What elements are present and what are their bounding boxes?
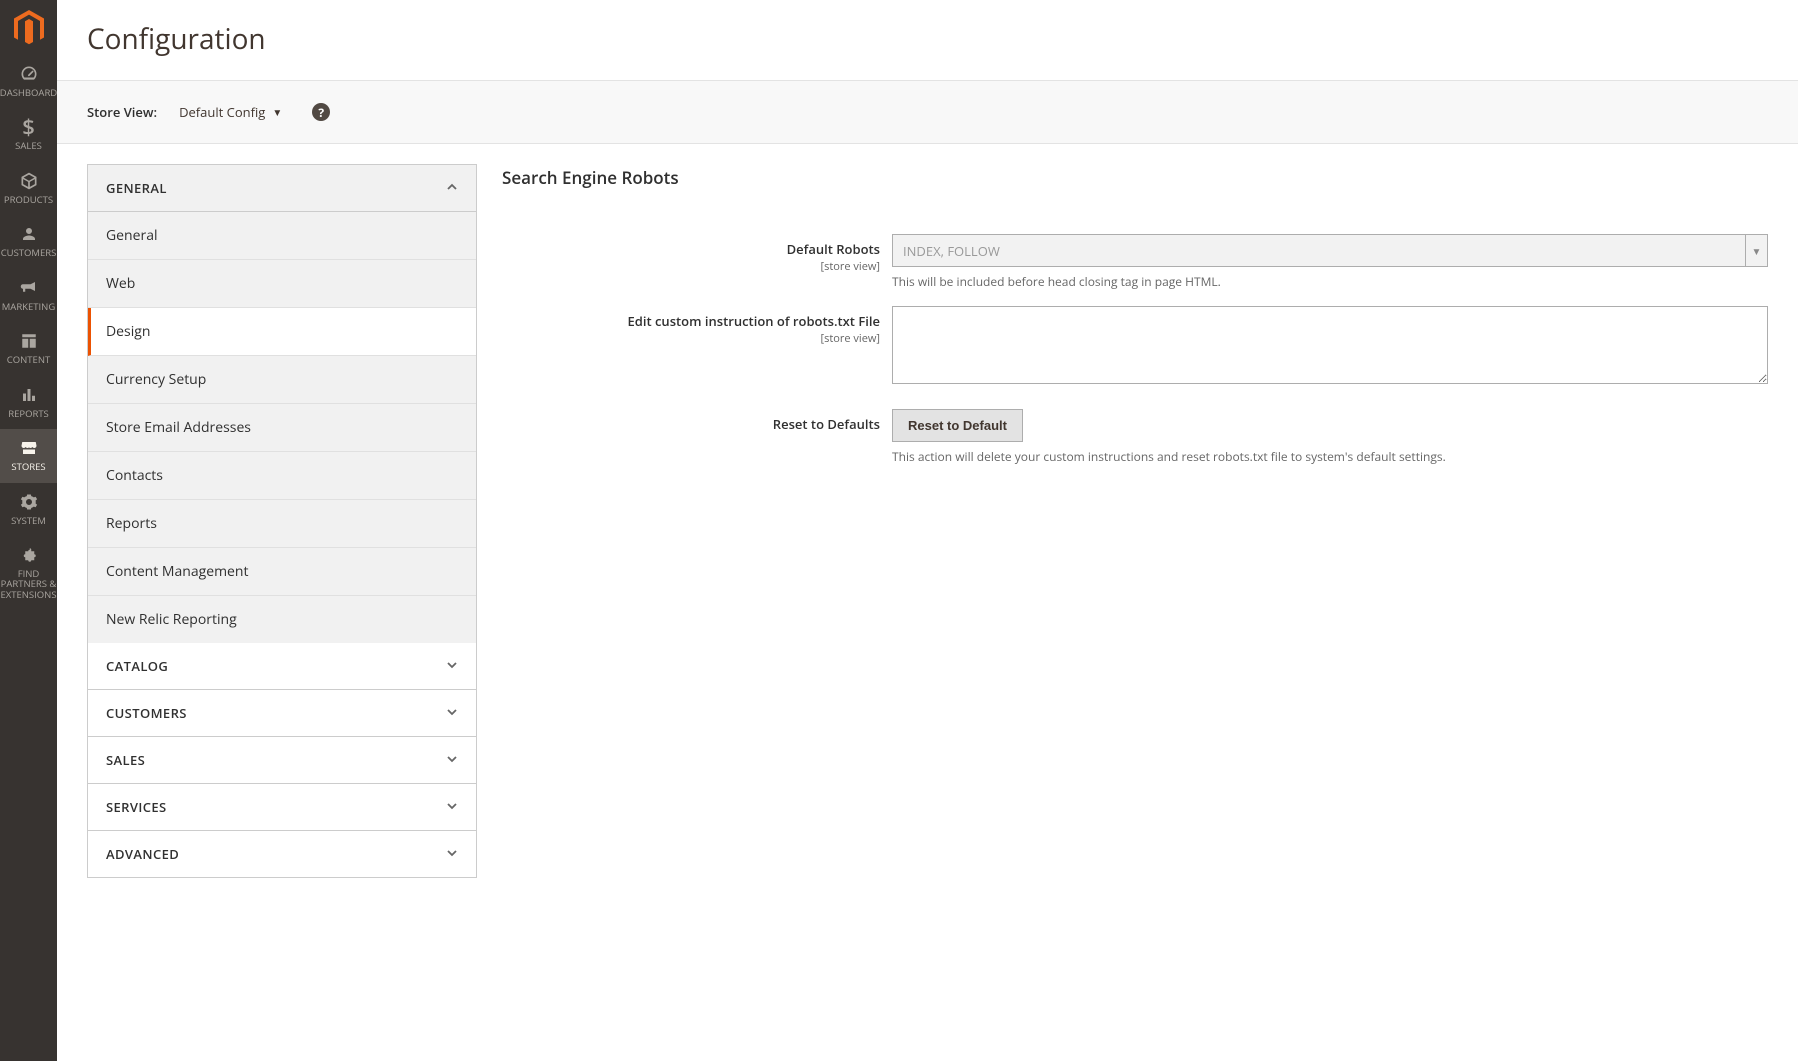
field-label: Edit custom instruction of robots.txt Fi… [502,312,880,330]
field-note: This will be included before head closin… [892,273,1768,290]
tab-group-advanced[interactable]: ADVANCED [88,831,476,877]
nav-marketing[interactable]: MARKETING [0,269,57,322]
field-label: Default Robots [502,240,880,258]
section-title[interactable]: Search Engine Robots [502,166,1768,189]
field-label: Reset to Defaults [502,415,880,433]
chevron-down-icon [446,657,458,675]
tab-group-catalog[interactable]: CATALOG [88,643,476,690]
tab-item-design[interactable]: Design [88,308,476,356]
tab-group-services[interactable]: SERVICES [88,784,476,831]
custom-instructions-textarea[interactable] [892,306,1768,384]
field-scope: [store view] [502,259,880,274]
tab-group-sales[interactable]: SALES [88,737,476,784]
nav-system[interactable]: SYSTEM [0,483,57,536]
chevron-down-icon [446,704,458,722]
caret-down-icon: ▼ [1745,235,1767,266]
nav-reports[interactable]: REPORTS [0,376,57,429]
nav-dashboard[interactable]: DASHBOARD [0,55,57,108]
reset-to-default-button[interactable]: Reset to Default [892,409,1023,442]
person-icon [20,223,38,245]
nav-label: DASHBOARD [0,88,59,98]
nav-stores[interactable]: STORES [0,429,57,482]
field-custom-instructions: Edit custom instruction of robots.txt Fi… [502,306,1768,389]
chevron-down-icon [446,751,458,769]
field-scope: [store view] [502,331,880,346]
store-scope-label: Store View: [87,103,157,121]
layout-icon [20,330,38,352]
tab-group-title: CATALOG [106,657,168,675]
nav-label: CONTENT [5,355,52,365]
store-icon [19,437,39,459]
nav-products[interactable]: PRODUCTS [0,162,57,215]
tab-item-web[interactable]: Web [88,260,476,308]
default-robots-select[interactable]: INDEX, FOLLOW ▼ [892,234,1768,267]
store-scope-dropdown[interactable]: Default Config ▼ [179,103,282,121]
chevron-up-icon [446,179,458,197]
field-note: This action will delete your custom inst… [892,448,1768,465]
nav-label: CUSTOMERS [0,248,58,258]
help-icon[interactable]: ? [312,103,330,121]
tab-item-content-management[interactable]: Content Management [88,548,476,596]
tab-group-title: ADVANCED [106,845,179,863]
bar-chart-icon [20,384,38,406]
config-tabs: GENERAL General Web Design Currency Setu… [87,164,477,878]
nav-label: FIND PARTNERS & EXTENSIONS [0,569,59,600]
tab-item-contacts[interactable]: Contacts [88,452,476,500]
tab-item-general[interactable]: General [88,212,476,260]
tab-group-title: SALES [106,751,145,769]
tab-item-new-relic[interactable]: New Relic Reporting [88,596,476,643]
tab-group-title: CUSTOMERS [106,704,187,722]
puzzle-icon [20,544,38,566]
megaphone-icon [19,277,39,299]
nav-label: SYSTEM [9,516,48,526]
tab-item-store-email[interactable]: Store Email Addresses [88,404,476,452]
store-scope-bar: Store View: Default Config ▼ ? [57,80,1798,144]
box-icon [19,170,39,192]
tab-group-general[interactable]: GENERAL [88,165,476,212]
tab-group-title: SERVICES [106,798,167,816]
gauge-icon [19,63,39,85]
gear-icon [20,491,38,513]
config-content: Search Engine Robots Default Robots [sto… [477,164,1768,481]
nav-label: PRODUCTS [2,195,55,205]
nav-label: REPORTS [6,409,51,419]
nav-label: STORES [9,462,47,472]
tab-group-general-body: General Web Design Currency Setup Store … [88,212,476,643]
magento-logo[interactable] [0,0,57,55]
select-value: INDEX, FOLLOW [903,242,1000,260]
tab-item-reports[interactable]: Reports [88,500,476,548]
page-title: Configuration [57,0,1798,80]
dollar-icon: $ [22,116,35,138]
chevron-down-icon [446,845,458,863]
field-reset-defaults: Reset to Defaults Reset to Default This … [502,409,1768,465]
chevron-down-icon [446,798,458,816]
store-scope-value: Default Config [179,103,265,121]
caret-down-icon: ▼ [272,105,282,119]
nav-content[interactable]: CONTENT [0,322,57,375]
admin-sidebar: DASHBOARD $ SALES PRODUCTS CUSTOMERS MAR… [0,0,57,1061]
nav-partners[interactable]: FIND PARTNERS & EXTENSIONS [0,536,57,610]
tab-group-customers[interactable]: CUSTOMERS [88,690,476,737]
nav-sales[interactable]: $ SALES [0,108,57,161]
nav-label: SALES [13,141,44,151]
nav-customers[interactable]: CUSTOMERS [0,215,57,268]
tab-item-currency-setup[interactable]: Currency Setup [88,356,476,404]
nav-label: MARKETING [0,302,57,312]
field-default-robots: Default Robots [store view] INDEX, FOLLO… [502,234,1768,290]
tab-group-title: GENERAL [106,179,167,197]
